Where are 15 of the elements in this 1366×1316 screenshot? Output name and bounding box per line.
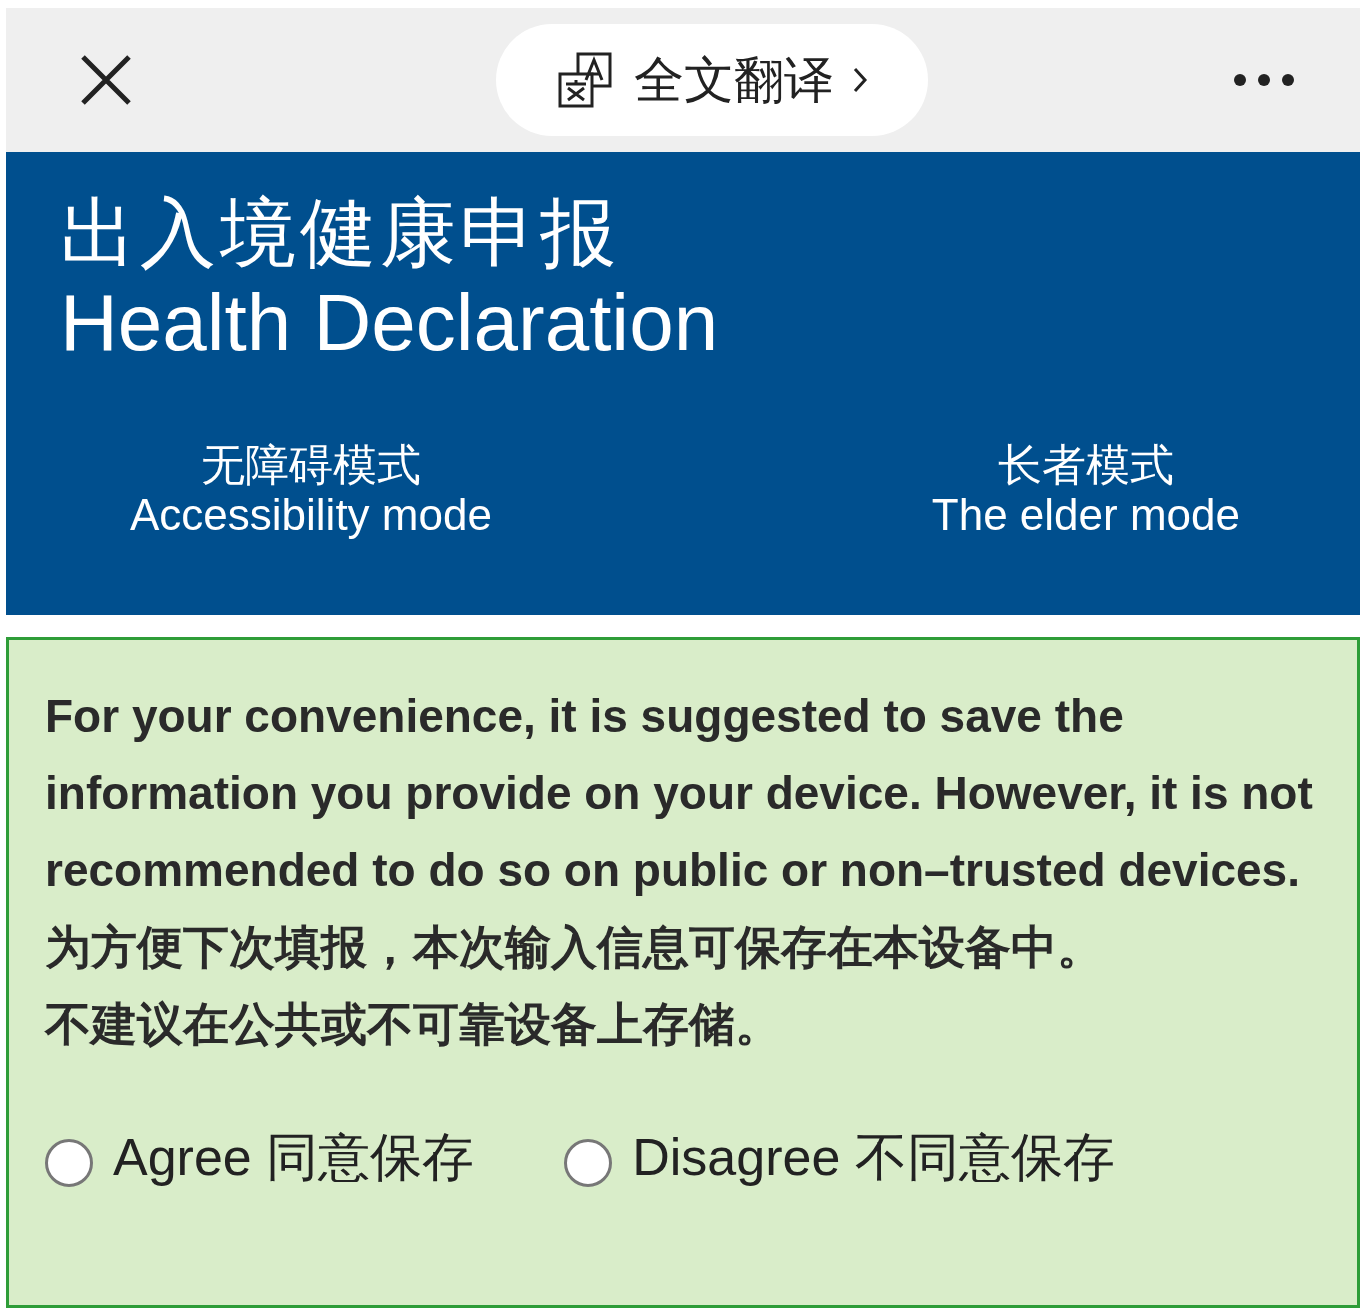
- radio-button[interactable]: [45, 1139, 93, 1187]
- radio-button[interactable]: [564, 1139, 613, 1187]
- title-chinese: 出入境健康申报: [60, 189, 621, 277]
- translate-button[interactable]: 全文翻译: [496, 24, 928, 136]
- chevron-icon: [852, 66, 868, 94]
- notice-text: For your convenience, it is suggested to save the information you provide on your device. However, it is not recommended to do so on public or non–trusted devices.: [45, 689, 1314, 898]
- radio-option[interactable]: Disagree 不同意保存: [564, 1123, 1115, 1193]
- title-english: Health Declaration: [60, 278, 720, 368]
- radio-option[interactable]: Agree 同意保存: [45, 1123, 475, 1193]
- more-icon[interactable]: [1232, 72, 1296, 88]
- mode-link[interactable]: 无障碍模式 Accessibility mode: [130, 440, 492, 540]
- mode-link[interactable]: 长者模式 The elder mode: [931, 440, 1240, 540]
- close-icon[interactable]: [80, 54, 132, 106]
- notice-text: 为方便下次填报，本次输入信息可保存在本设备中。: [45, 920, 1104, 975]
- notice-text: 不建议在公共或不可靠设备上存储。: [45, 997, 782, 1052]
